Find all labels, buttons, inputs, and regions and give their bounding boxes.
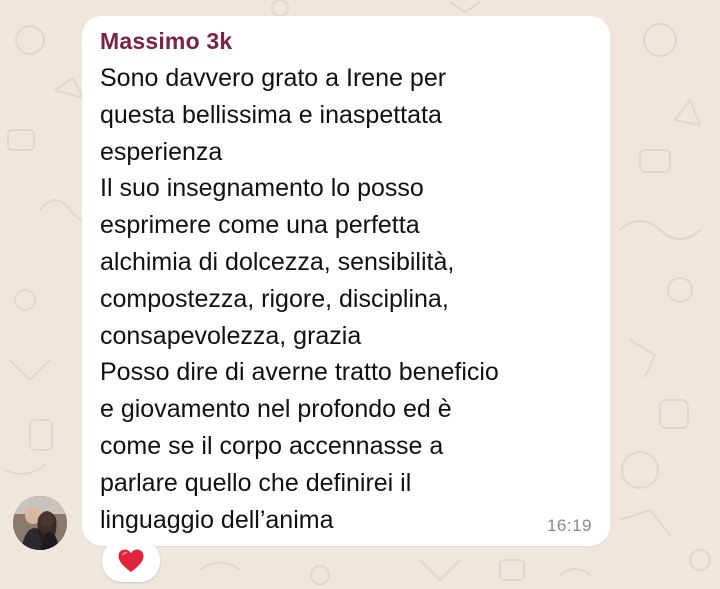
message-line: compostezza, rigore, disciplina,	[100, 284, 449, 313]
message-line: Sono davvero grato a Irene per	[100, 64, 447, 92]
red-heart-icon	[118, 549, 144, 572]
message-line: linguaggio dell’anima	[100, 505, 334, 534]
message-line: esprimere come una perfetta	[100, 211, 420, 240]
message-line: questa bellissima e inaspettata	[100, 100, 442, 129]
message-line: Il suo insegnamento lo posso	[100, 174, 424, 203]
message-line: esperienza	[100, 137, 223, 166]
reaction-badge[interactable]	[102, 540, 160, 582]
message-timestamp: 16:19	[546, 516, 592, 535]
message-line: parlare quello che definirei il	[100, 468, 412, 497]
message-line: Posso dire di averne tratto beneficio	[100, 358, 499, 387]
avatar-photo-icon	[13, 496, 67, 550]
sender-name[interactable]: Massimo 3k	[100, 27, 592, 55]
message-line: come se il corpo accennasse a	[100, 431, 444, 460]
message-line: consapevolezza, grazia	[100, 321, 362, 350]
sender-avatar[interactable]	[13, 496, 67, 550]
message-text: Sono davvero grato a Irene per questa be…	[100, 60, 592, 538]
message-line: alchimia di dolcezza, sensibilità,	[100, 247, 455, 276]
message-bubble[interactable]: Massimo 3k Sono davvero grato a Irene pe…	[82, 16, 610, 546]
message-line: e giovamento nel profondo ed è	[100, 395, 452, 424]
